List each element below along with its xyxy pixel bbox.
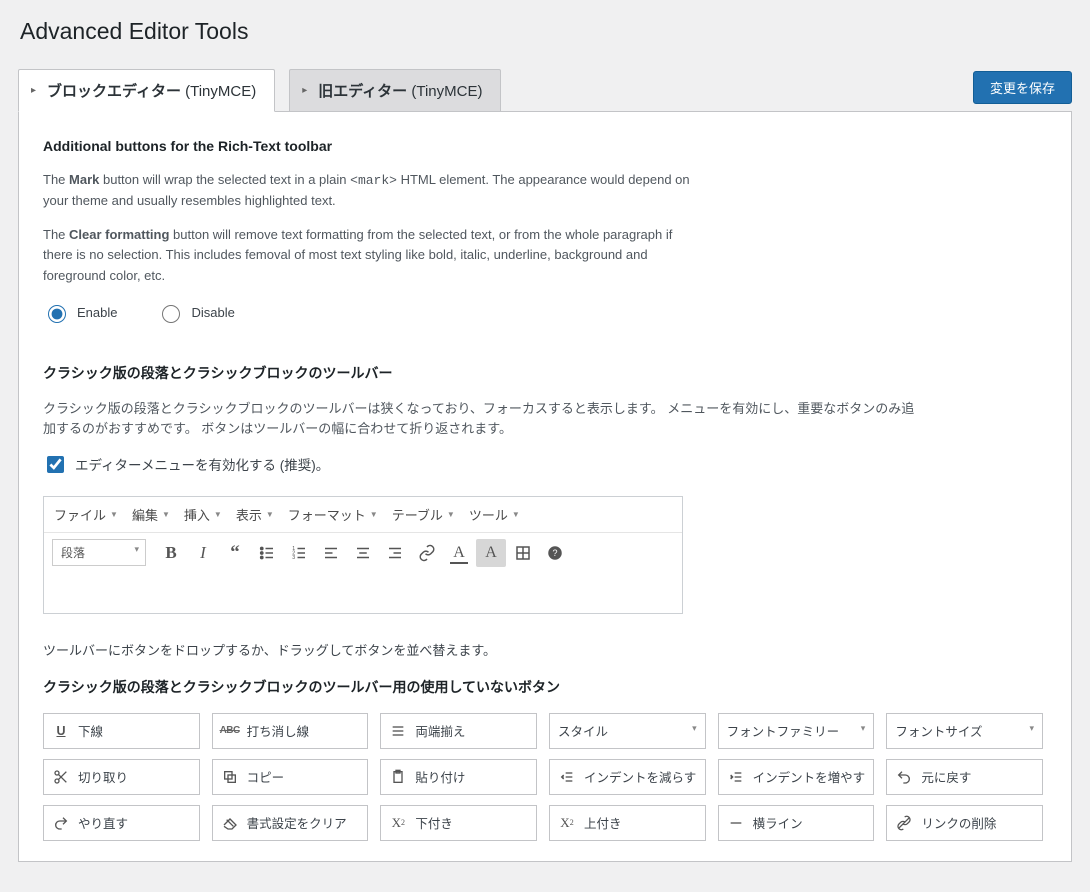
unused-superscript[interactable]: X2 上付き bbox=[549, 805, 706, 841]
unused-buttons-title: クラシック版の段落とクラシックブロックのツールバー用の使用していないボタン bbox=[43, 677, 1047, 697]
tab-classic-editor[interactable]: ▸ 旧エディター (TinyMCE) bbox=[289, 69, 501, 112]
menu-file[interactable]: ファイル▼ bbox=[54, 505, 118, 524]
svg-text:3: 3 bbox=[292, 555, 295, 561]
unused-undo[interactable]: 元に戻す bbox=[886, 759, 1043, 795]
scissors-icon bbox=[52, 768, 70, 786]
editor-body[interactable] bbox=[44, 573, 682, 613]
outdent-icon bbox=[558, 768, 576, 786]
chevron-right-icon: ▸ bbox=[31, 85, 41, 96]
section-rich-text-title: Additional buttons for the Rich-Text too… bbox=[43, 138, 1047, 154]
radio-disable[interactable]: Disable bbox=[157, 302, 234, 323]
clear-formatting-description: The Clear formatting button will remove … bbox=[43, 225, 703, 285]
copy-icon bbox=[221, 768, 239, 786]
menu-edit[interactable]: 編集▼ bbox=[132, 505, 170, 524]
radio-enable-label: Enable bbox=[77, 305, 117, 320]
unused-cut[interactable]: 切り取り bbox=[43, 759, 200, 795]
editor-preview: ファイル▼ 編集▼ 挿入▼ 表示▼ フォーマット▼ テーブル▼ ツール▼ 段落 … bbox=[43, 496, 683, 614]
editor-menubar: ファイル▼ 編集▼ 挿入▼ 表示▼ フォーマット▼ テーブル▼ ツール▼ bbox=[44, 497, 682, 533]
tabs: ▸ ブロックエディター (TinyMCE) ▸ 旧エディター (TinyMCE) bbox=[18, 69, 501, 111]
menu-insert[interactable]: 挿入▼ bbox=[184, 505, 222, 524]
underline-icon: U bbox=[52, 722, 70, 740]
radio-enable-input[interactable] bbox=[48, 305, 66, 323]
redo-icon bbox=[52, 814, 70, 832]
italic-button[interactable]: I bbox=[188, 539, 218, 567]
unused-font-size[interactable]: フォントサイズ bbox=[886, 713, 1043, 749]
menu-table[interactable]: テーブル▼ bbox=[392, 505, 455, 524]
undo-icon bbox=[895, 768, 913, 786]
unused-paste[interactable]: 貼り付け bbox=[380, 759, 537, 795]
unused-redo[interactable]: やり直す bbox=[43, 805, 200, 841]
align-center-button[interactable] bbox=[348, 539, 378, 567]
enable-menu-checkbox-row[interactable]: エディターメニューを有効化する (推奨)。 bbox=[43, 453, 1047, 476]
numbered-list-button[interactable]: 123 bbox=[284, 539, 314, 567]
menu-tools[interactable]: ツール▼ bbox=[469, 505, 520, 524]
tab-label: 旧エディター (TinyMCE) bbox=[318, 80, 482, 101]
save-button[interactable]: 変更を保存 bbox=[973, 71, 1072, 104]
unused-hr[interactable]: 横ライン bbox=[718, 805, 875, 841]
unused-strikethrough[interactable]: ABC 打ち消し線 bbox=[212, 713, 369, 749]
align-right-button[interactable] bbox=[380, 539, 410, 567]
unused-subscript[interactable]: X2 下付き bbox=[380, 805, 537, 841]
page-title: Advanced Editor Tools bbox=[20, 18, 1072, 45]
clipboard-icon bbox=[389, 768, 407, 786]
unused-clear-formatting[interactable]: 書式設定をクリア bbox=[212, 805, 369, 841]
menu-format[interactable]: フォーマット▼ bbox=[288, 505, 378, 524]
unused-underline[interactable]: U 下線 bbox=[43, 713, 200, 749]
text-color-button[interactable]: A bbox=[444, 539, 474, 567]
bold-button[interactable]: B bbox=[156, 539, 186, 567]
radio-disable-label: Disable bbox=[191, 305, 234, 320]
link-button[interactable] bbox=[412, 539, 442, 567]
horizontal-rule-icon bbox=[727, 814, 745, 832]
radio-disable-input[interactable] bbox=[162, 305, 180, 323]
bullet-list-button[interactable] bbox=[252, 539, 282, 567]
mark-description: The Mark button will wrap the selected t… bbox=[43, 170, 703, 211]
unused-buttons-grid: U 下線 ABC 打ち消し線 両端揃え スタイル フォントファミリー フォントサ… bbox=[43, 713, 1043, 841]
section-classic-toolbar-title: クラシック版の段落とクラシックブロックのツールバー bbox=[43, 363, 1047, 383]
subscript-icon: X2 bbox=[389, 814, 407, 832]
blockquote-button[interactable]: “ bbox=[220, 539, 250, 567]
help-button[interactable]: ? bbox=[540, 539, 570, 567]
unused-font-family[interactable]: フォントファミリー bbox=[718, 713, 875, 749]
enable-menu-checkbox[interactable] bbox=[47, 456, 64, 473]
settings-panel: Additional buttons for the Rich-Text too… bbox=[18, 111, 1072, 862]
table-button[interactable] bbox=[508, 539, 538, 567]
strikethrough-icon: ABC bbox=[221, 722, 239, 740]
unused-style[interactable]: スタイル bbox=[549, 713, 706, 749]
radio-enable[interactable]: Enable bbox=[43, 302, 117, 323]
align-left-button[interactable] bbox=[316, 539, 346, 567]
format-select[interactable]: 段落 bbox=[52, 539, 146, 566]
unlink-icon bbox=[895, 814, 913, 832]
superscript-icon: X2 bbox=[558, 814, 576, 832]
indent-icon bbox=[727, 768, 745, 786]
unused-outdent[interactable]: インデントを減らす bbox=[549, 759, 706, 795]
unused-indent[interactable]: インデントを増やす bbox=[718, 759, 875, 795]
chevron-right-icon: ▸ bbox=[302, 85, 312, 96]
eraser-icon bbox=[221, 814, 239, 832]
tab-block-editor[interactable]: ▸ ブロックエディター (TinyMCE) bbox=[18, 69, 275, 112]
tab-label: ブロックエディター (TinyMCE) bbox=[47, 80, 256, 101]
svg-text:?: ? bbox=[552, 548, 557, 558]
editor-toolbar: 段落 B I “ 123 A A bbox=[44, 533, 682, 573]
background-color-button[interactable]: A bbox=[476, 539, 506, 567]
unused-copy[interactable]: コピー bbox=[212, 759, 369, 795]
drag-hint: ツールバーにボタンをドロップするか、ドラッグしてボタンを並べ替えます。 bbox=[43, 640, 1047, 659]
justify-icon bbox=[389, 722, 407, 740]
classic-toolbar-description: クラシック版の段落とクラシックブロックのツールバーは狭くなっており、フォーカスす… bbox=[43, 399, 923, 439]
enable-menu-label: エディターメニューを有効化する (推奨)。 bbox=[75, 454, 329, 474]
unused-justify[interactable]: 両端揃え bbox=[380, 713, 537, 749]
menu-view[interactable]: 表示▼ bbox=[236, 505, 274, 524]
unused-unlink[interactable]: リンクの削除 bbox=[886, 805, 1043, 841]
